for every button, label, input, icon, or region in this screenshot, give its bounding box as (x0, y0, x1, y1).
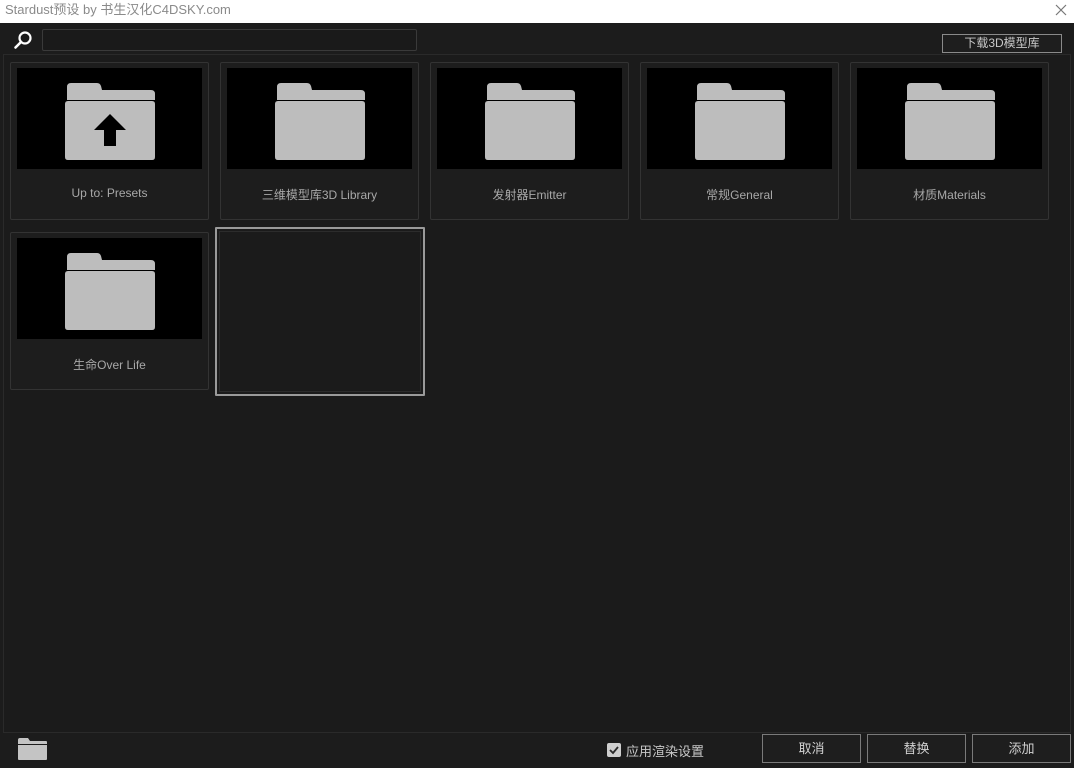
folder-icon (65, 253, 155, 330)
tile-over-life[interactable]: 生命Over Life (10, 232, 209, 390)
tile-thumbnail (17, 68, 202, 169)
search-icon[interactable] (13, 30, 33, 50)
tile-thumbnail (647, 68, 832, 169)
add-button[interactable]: 添加 (972, 734, 1071, 763)
folder-icon (275, 83, 365, 160)
tile-thumbnail (227, 68, 412, 169)
folder-icon[interactable] (17, 737, 48, 761)
replace-button[interactable]: 替换 (867, 734, 966, 763)
folder-icon (695, 83, 785, 160)
tile-label: 三维模型库3D Library (261, 188, 378, 202)
tile-label: Up to: Presets (71, 186, 148, 200)
tile-materials[interactable]: 材质Materials (850, 62, 1049, 220)
tile-thumbnail (437, 68, 622, 169)
window-titlebar: Stardust预设 by 书生汉化C4DSKY.com (0, 0, 1074, 23)
apply-render-settings-toggle[interactable]: 应用渲染设置 (607, 741, 704, 759)
apply-render-settings-checkbox[interactable] (607, 743, 621, 757)
tile-label: 发射器Emitter (492, 188, 567, 202)
preset-browser: 下载3D模型库 Up to: Presets 三维模型库3D Library 发… (0, 23, 1074, 768)
window-title: Stardust预设 by 书生汉化C4DSKY.com (5, 2, 231, 17)
tile-label: 材质Materials (913, 188, 986, 202)
tile-thumbnail (857, 68, 1042, 169)
tile-up-to-presets[interactable]: Up to: Presets (10, 62, 209, 220)
folder-icon (905, 83, 995, 160)
checkmark-icon (609, 746, 619, 755)
tile-label: 生命Over Life (73, 358, 146, 372)
tile-empty-selected[interactable] (215, 227, 425, 396)
tile-3d-library[interactable]: 三维模型库3D Library (220, 62, 419, 220)
preset-grid: Up to: Presets 三维模型库3D Library 发射器Emitte… (3, 54, 1071, 733)
cancel-button[interactable]: 取消 (762, 734, 861, 763)
folder-up-icon (65, 83, 155, 160)
tile-label: 常规General (706, 188, 773, 202)
tile-general[interactable]: 常规General (640, 62, 839, 220)
search-input[interactable] (42, 29, 417, 51)
folder-icon (485, 83, 575, 160)
tile-emitter[interactable]: 发射器Emitter (430, 62, 629, 220)
apply-render-settings-label: 应用渲染设置 (626, 743, 705, 759)
tile-inner-frame (219, 231, 421, 392)
close-icon[interactable] (1052, 1, 1070, 19)
tile-thumbnail (17, 238, 202, 339)
download-3d-library-button[interactable]: 下载3D模型库 (942, 34, 1062, 53)
